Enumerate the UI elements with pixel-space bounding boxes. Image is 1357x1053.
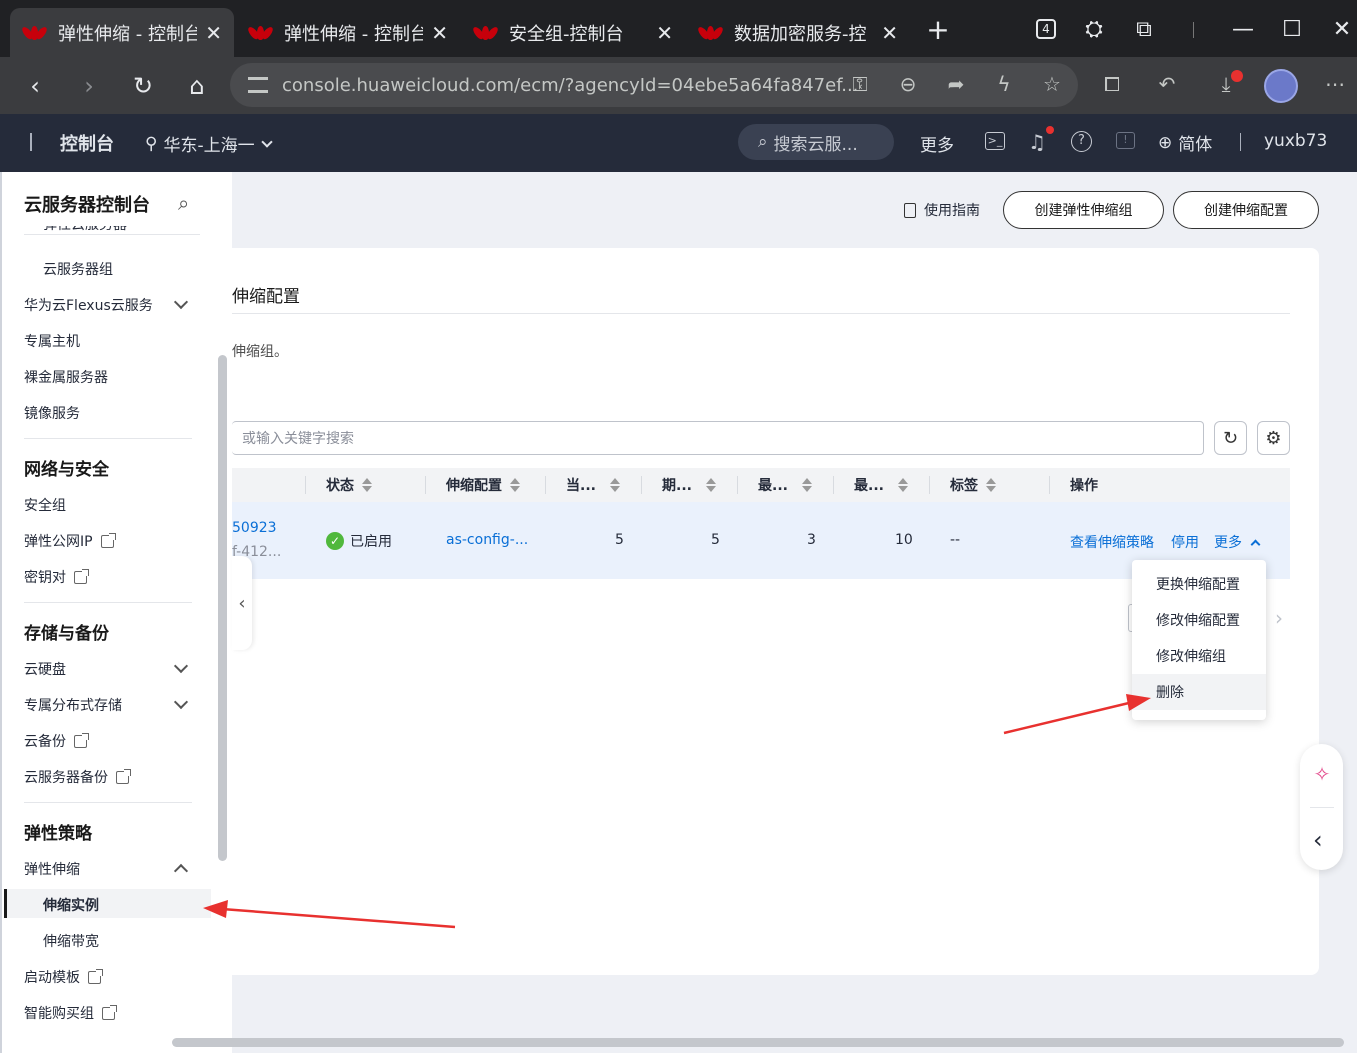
annotation-arrows [203, 694, 1151, 929]
annotation-arrow-delete [1003, 694, 1151, 735]
annotation-arrow-sidebar [203, 900, 456, 929]
